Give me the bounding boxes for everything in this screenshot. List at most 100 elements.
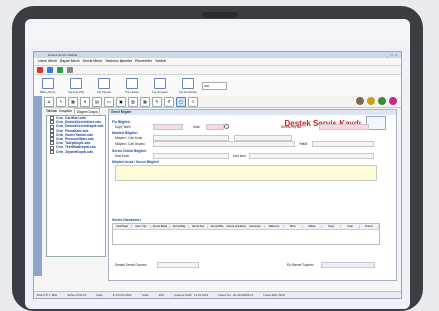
- form-logo-icon: [366, 116, 386, 130]
- grid-tool-button[interactable]: ▦: [68, 96, 78, 107]
- menu-item[interactable]: Bayan Menü: [60, 58, 80, 65]
- table-header-cell[interactable]: Servis Alış: [189, 225, 208, 228]
- servis-fis-no-field[interactable]: [319, 124, 369, 130]
- table-header-cell[interactable]: Servis Bitiş: [208, 225, 227, 228]
- tab-tablolar[interactable]: Tablolar: [46, 108, 57, 114]
- ribbon-button[interactable]: BEC-AŞ Aç: [34, 75, 62, 97]
- musteri-cari-label: Müşteri / Cari Kodu: [115, 136, 143, 140]
- field-tool-button[interactable]: ▭: [104, 96, 114, 107]
- status-item: Lisans Bitiş Tarihi: [263, 293, 285, 297]
- status-item: Çalışma Tarihi : 12.04.2022: [174, 293, 209, 297]
- align-tool-button[interactable]: ≡: [188, 96, 198, 107]
- view-icon: [182, 78, 194, 89]
- status-item: SANA.CON.C3: [67, 293, 87, 297]
- text-tool-button[interactable]: A: [44, 96, 54, 107]
- menu-item[interactable]: Yardım: [155, 58, 166, 65]
- file-explorer: Crm_CariKart.xds Crm_DestekServisKart.xd…: [46, 115, 106, 257]
- kart-kodu-field[interactable]: [153, 153, 229, 159]
- menu-item[interactable]: Pencereler: [135, 58, 152, 65]
- close-tool-button[interactable]: ✕: [80, 96, 90, 107]
- query-icon: [154, 78, 166, 89]
- table-header-cell[interactable]: Fiyat: [322, 225, 341, 228]
- durum-label: Destek Servis Durumu: [115, 263, 147, 267]
- service-form: Genel Bilgiler Destek Servis Kaydı Fiş B…: [108, 109, 397, 281]
- section-fis: Fiş Bilgileri: [112, 120, 131, 124]
- table-header-cell[interactable]: Servis Bitiş: [170, 225, 189, 228]
- table-tool-button[interactable]: ▤: [92, 96, 102, 107]
- status-item: ETA: [158, 293, 165, 297]
- status-bar: ESK-STI 1. Bilet SANA.CON.C3 Şube 6.4.04…: [34, 291, 401, 298]
- musteri-unvan-field[interactable]: [153, 141, 295, 147]
- side-dock-strip[interactable]: [34, 96, 42, 276]
- close-icon[interactable]: [37, 67, 43, 73]
- table-header-cell[interactable]: Malzeme: [265, 225, 284, 228]
- kart-kodu-label: Kart Kodu: [115, 154, 130, 158]
- clock-icon[interactable]: [224, 124, 229, 129]
- section-hareket: Servis Hareketleri: [112, 218, 141, 222]
- durum-select[interactable]: [157, 262, 199, 268]
- toolbar-right-icons: [356, 97, 397, 105]
- image-tool-button[interactable]: ▣: [116, 96, 126, 107]
- ribbon-button[interactable]: Fiş Kayıt/Sil: [62, 75, 90, 97]
- saat-field[interactable]: [206, 124, 224, 130]
- section-servis: Servis Ürünü Bilgileri: [112, 149, 147, 153]
- select-tool-button[interactable]: ▢: [176, 96, 186, 107]
- kart-isim-field[interactable]: [249, 153, 374, 159]
- ribbon-button[interactable]: Fiş Sorgula: [146, 75, 174, 97]
- kayit-tarihi-label: Kayıt Tarihi: [115, 125, 131, 129]
- status-item: Yetkin: [141, 293, 149, 297]
- table-header-cell[interactable]: Tarih/Saat: [113, 225, 132, 228]
- table-header-cell[interactable]: Servis Başla: [151, 225, 170, 228]
- power-icon[interactable]: [378, 97, 386, 105]
- tools-icon[interactable]: [356, 97, 364, 105]
- menu-item[interactable]: Yardımcı İşlemler: [105, 58, 132, 65]
- status-item: Şube: [96, 293, 103, 297]
- tab-dizgem-dosya[interactable]: Dizgem Dosya: [73, 108, 101, 114]
- section-musteri: Müşteri Bilgileri: [112, 131, 138, 135]
- toplam-label: Ek Hizmet Toplamı: [287, 263, 314, 267]
- table-header-cell[interactable]: Miktar: [303, 225, 322, 228]
- marker-tool-button[interactable]: ✐: [164, 96, 174, 107]
- kayit-tarihi-field[interactable]: [153, 124, 183, 130]
- kart-isim-label: Kart İsmi: [233, 154, 246, 158]
- menu-item[interactable]: Uzem Menü: [38, 58, 57, 65]
- save-icon: [98, 78, 110, 89]
- table-header-cell[interactable]: İşlem Tipi: [132, 225, 151, 228]
- tablet-frame: Destek Servis Modülü _ □ × Uzem Menü Bay…: [12, 6, 423, 311]
- record-icon: [70, 78, 82, 89]
- pen-tool-button[interactable]: ✎: [152, 96, 162, 107]
- table-header-cell[interactable]: Birim: [284, 225, 303, 228]
- service-movements-table: Tarih/Saat İşlem Tipi Servis Başla Servi…: [112, 223, 380, 245]
- table-header-cell[interactable]: Durum: [360, 225, 379, 228]
- quick-toolbar: [34, 66, 401, 75]
- tab-dosyalar[interactable]: Dosyalar: [59, 108, 72, 114]
- table-header-cell[interactable]: Servis Açıklama: [227, 225, 246, 228]
- user-icon[interactable]: [389, 97, 397, 105]
- pointer-tool-button[interactable]: ↖: [56, 96, 66, 107]
- layout-tool-button[interactable]: ▦: [140, 96, 150, 107]
- light-icon[interactable]: [367, 97, 375, 105]
- ariza-aciklama-field[interactable]: [115, 165, 377, 181]
- list-icon: [126, 78, 138, 89]
- help-icon[interactable]: [57, 67, 63, 73]
- yetkili-field[interactable]: [312, 141, 374, 147]
- open-icon: [42, 78, 54, 89]
- ribbon-label: Fiş Sorgula: [152, 90, 168, 94]
- window-controls[interactable]: _ □ ×: [386, 52, 398, 58]
- menu-item[interactable]: Servis Menü: [83, 58, 102, 65]
- ribbon-label: Fiş Görüntüle: [178, 90, 197, 94]
- zoom-select[interactable]: 200: [202, 82, 227, 90]
- chart-tool-button[interactable]: ▥: [128, 96, 138, 107]
- file-item[interactable]: Crm_ZiyaretKaydi.xds: [50, 150, 105, 154]
- table-header-cell[interactable]: Tutar: [341, 225, 360, 228]
- ribbon-button[interactable]: Fiş Listele: [118, 75, 146, 97]
- ribbon-button[interactable]: Fiş Görüntüle: [174, 75, 202, 97]
- servis-fis-no-label: Servis Fiş No: [281, 125, 302, 129]
- refresh-icon[interactable]: [47, 67, 53, 73]
- ribbon-label: BEC-AŞ Aç: [40, 90, 56, 94]
- toplam-field[interactable]: [321, 262, 375, 268]
- settings-icon[interactable]: [67, 67, 73, 73]
- table-header-cell[interactable]: Harcanan: [246, 225, 265, 228]
- status-item: 6.4.04.04.2022: [112, 293, 132, 297]
- ribbon-button[interactable]: Fiş Kaydet: [90, 75, 118, 97]
